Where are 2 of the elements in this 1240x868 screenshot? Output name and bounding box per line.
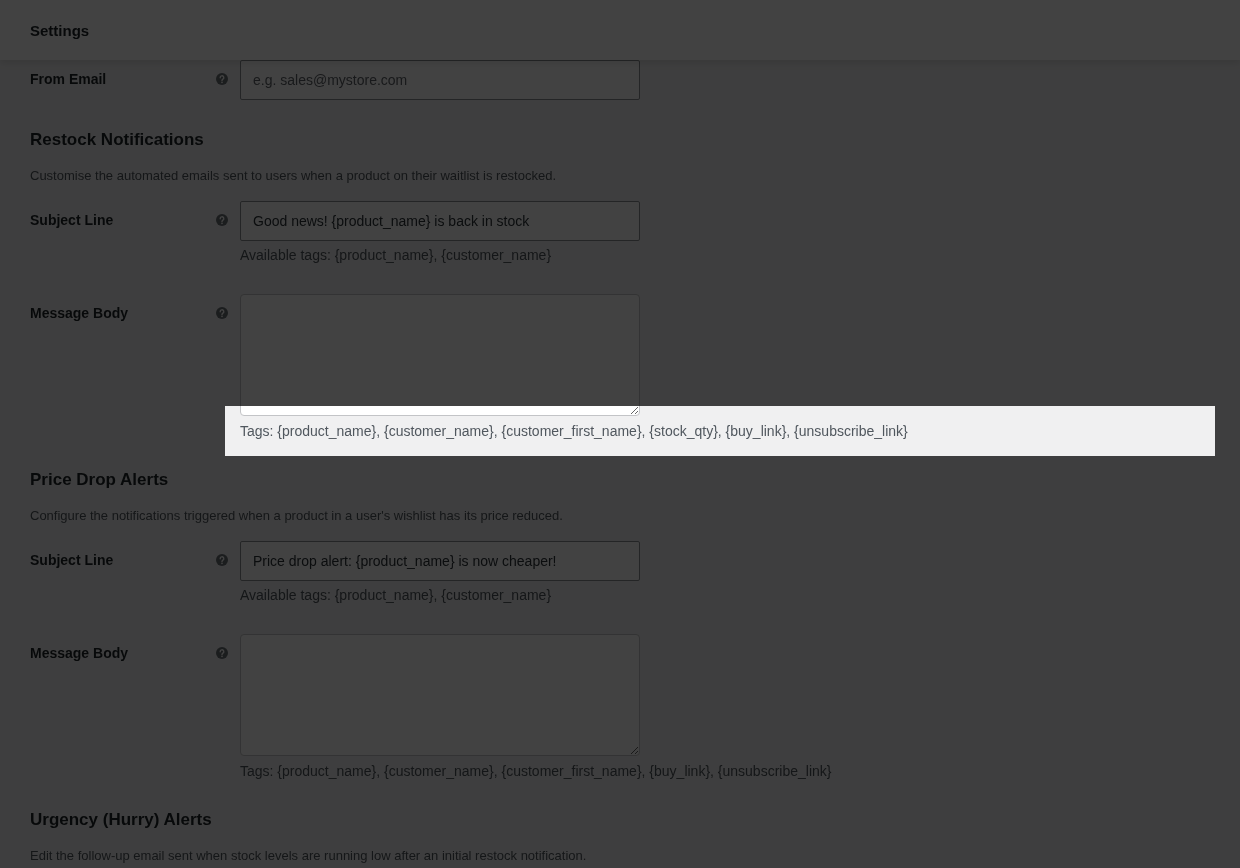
page-title: Settings [30, 21, 90, 39]
field-hint: Tags: {product_name}, {customer_name}, {customer_first_name}, {stock_qty}, {buy_link}, {unsubscribe_link} [240, 422, 908, 440]
